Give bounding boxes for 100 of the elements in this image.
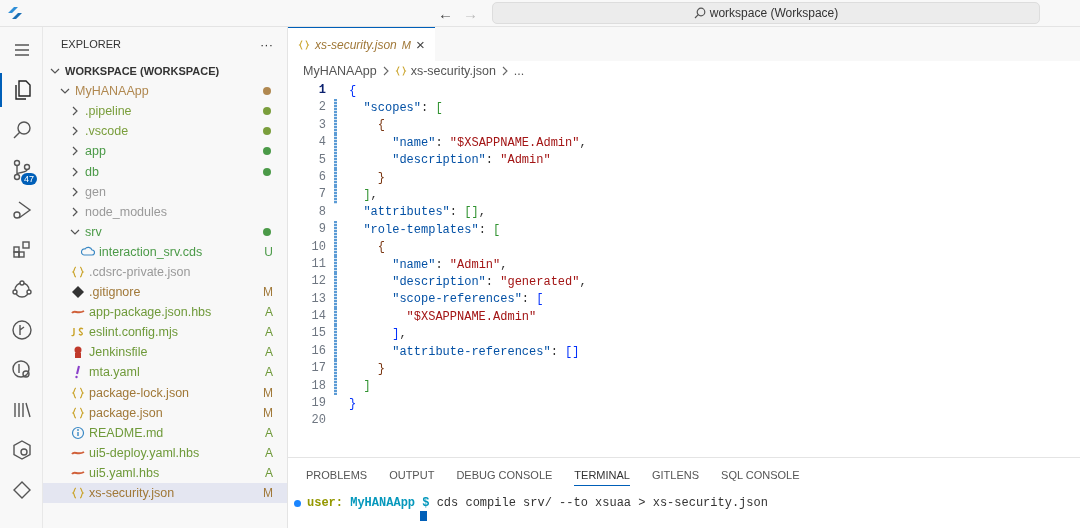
panel-tab[interactable]: PROBLEMS (306, 464, 368, 486)
line-number: 5 (317, 151, 326, 169)
tree-item[interactable]: gen (43, 181, 287, 202)
line-number: 8 (317, 203, 326, 221)
code-line: ] (362, 379, 371, 394)
line-number: 2 (317, 99, 326, 117)
source-control-button[interactable]: 47 (0, 153, 42, 187)
tree-item[interactable]: mta.yaml A (43, 362, 287, 383)
line-number: 4 (317, 134, 326, 152)
cds-file-icon (81, 244, 95, 259)
tree-item[interactable]: .gitignore M (43, 282, 287, 303)
code-line: { (376, 240, 385, 255)
tree-item[interactable]: eslint.config.mjs A (43, 322, 287, 343)
line-number: 1 (317, 82, 326, 99)
git-status-label: A (265, 465, 273, 480)
tree-item[interactable]: db (43, 161, 287, 182)
code-line: "scopes": [ (362, 101, 443, 116)
git-status-label: A (265, 365, 273, 380)
line-number: 7 (317, 186, 326, 204)
tree-item[interactable]: xs-security.json M (43, 482, 287, 504)
json-file-icon (71, 385, 85, 400)
panel-tab[interactable]: DEBUG CONSOLE (456, 464, 553, 486)
tree-item[interactable]: .cdsrc-private.json (43, 261, 287, 283)
line-number: 3 (317, 116, 326, 134)
more-actions-button[interactable]: ··· (260, 36, 273, 52)
braces-file-icon (394, 65, 407, 77)
tree-item[interactable]: Jenkinsfile A (43, 342, 287, 363)
close-button[interactable]: × (415, 36, 425, 53)
tree-item[interactable]: MyHANAApp (43, 81, 287, 102)
tree-item[interactable]: app (43, 141, 287, 162)
command-search-field[interactable]: workspace (Workspace) (492, 2, 1040, 24)
git-status-label: M (263, 486, 273, 500)
panel-tab[interactable]: SQL CONSOLE (721, 464, 800, 486)
editor-tab[interactable]: xs-security.json M × (288, 27, 435, 61)
git-status-label: M (401, 38, 411, 51)
code-line: { (376, 118, 385, 133)
line-number: 10 (310, 238, 326, 256)
code-line: "description": "Admin" (391, 153, 551, 168)
tree-item[interactable]: interaction_srv.cds U (43, 241, 287, 262)
tree-item[interactable]: ui5-deploy.yaml.hbs A (43, 442, 287, 463)
code-line: } (376, 361, 385, 376)
terminal-line: user: MyHANAApp $ cds compile srv/ --to xsuaa > xs-security.json (307, 496, 768, 510)
breadcrumb-item[interactable]: ... (513, 64, 525, 78)
tree-item[interactable]: node_modules (43, 201, 287, 222)
git-status-label: A (265, 345, 273, 360)
code-line: { (349, 83, 357, 98)
tab-label: xs-security.json (315, 37, 397, 52)
tree-item[interactable]: .vscode (43, 121, 287, 142)
git-status-label: M (263, 385, 273, 400)
git-status-label: A (265, 445, 273, 460)
git-status-label: A (265, 305, 273, 320)
code-line: } (376, 170, 385, 185)
code-line: } (349, 396, 357, 411)
code-line: "$XSAPPNAME.Admin" (405, 309, 537, 324)
line-number: 16 (310, 342, 326, 360)
line-number: 15 (310, 325, 326, 343)
line-number: 14 (310, 308, 326, 326)
tree-item[interactable]: package-lock.json M (43, 382, 287, 403)
code-line: "attribute-references": [] (391, 344, 580, 359)
line-number: 20 (310, 412, 326, 430)
cube-icon (10, 438, 34, 462)
back-button[interactable]: ← (438, 4, 453, 22)
tree-item[interactable]: ui5.yaml.hbs A (43, 462, 287, 483)
tree-item[interactable]: package.json M (43, 402, 287, 423)
line-number: 9 (317, 221, 326, 239)
code-line: ], (391, 327, 407, 342)
git-graph-icon (10, 318, 34, 342)
code-line: "name": "Admin", (391, 257, 508, 272)
line-number: 12 (310, 273, 326, 291)
breadcrumb-item[interactable]: xs-security.json (410, 64, 496, 78)
command-status-dot (294, 499, 301, 507)
md-file-icon (71, 425, 85, 440)
git-status-label: M (263, 405, 273, 420)
json-file-icon (71, 265, 85, 279)
tree-item[interactable]: WORKSPACE (WORKSPACE) (43, 61, 287, 82)
json-file-icon (71, 486, 85, 500)
panel-tab[interactable]: TERMINAL (574, 464, 630, 486)
git-file-icon (71, 285, 85, 300)
panel-tab[interactable]: OUTPUT (389, 464, 435, 486)
git-status-label: M (263, 285, 273, 300)
breadcrumb-item[interactable]: MyHANAApp (303, 64, 377, 78)
tree-item[interactable]: app-package.json.hbs A (43, 302, 287, 323)
explorer-title: EXPLORER (61, 38, 121, 50)
code-line: "scope-references": [ (391, 292, 544, 307)
git-status-label: A (265, 425, 273, 440)
count-badge: 47 (21, 173, 37, 185)
line-number: 6 (317, 168, 326, 186)
panel-tab[interactable]: GITLENS (651, 464, 700, 486)
git-status-label: U (264, 244, 273, 259)
line-number: 17 (310, 360, 326, 378)
search-icon (693, 7, 706, 19)
code-line: "attributes": [], (362, 205, 486, 220)
tree-item[interactable]: .pipeline (43, 101, 287, 122)
tree-item[interactable]: README.md A (43, 422, 287, 443)
code-line: ], (362, 188, 378, 203)
code-line: "name": "$XSAPPNAME.Admin", (391, 135, 587, 150)
code-line: "role-templates": [ (362, 222, 501, 237)
app-logo-icon (6, 5, 24, 21)
tree-item[interactable]: srv (43, 221, 287, 242)
line-number: 11 (310, 255, 326, 273)
